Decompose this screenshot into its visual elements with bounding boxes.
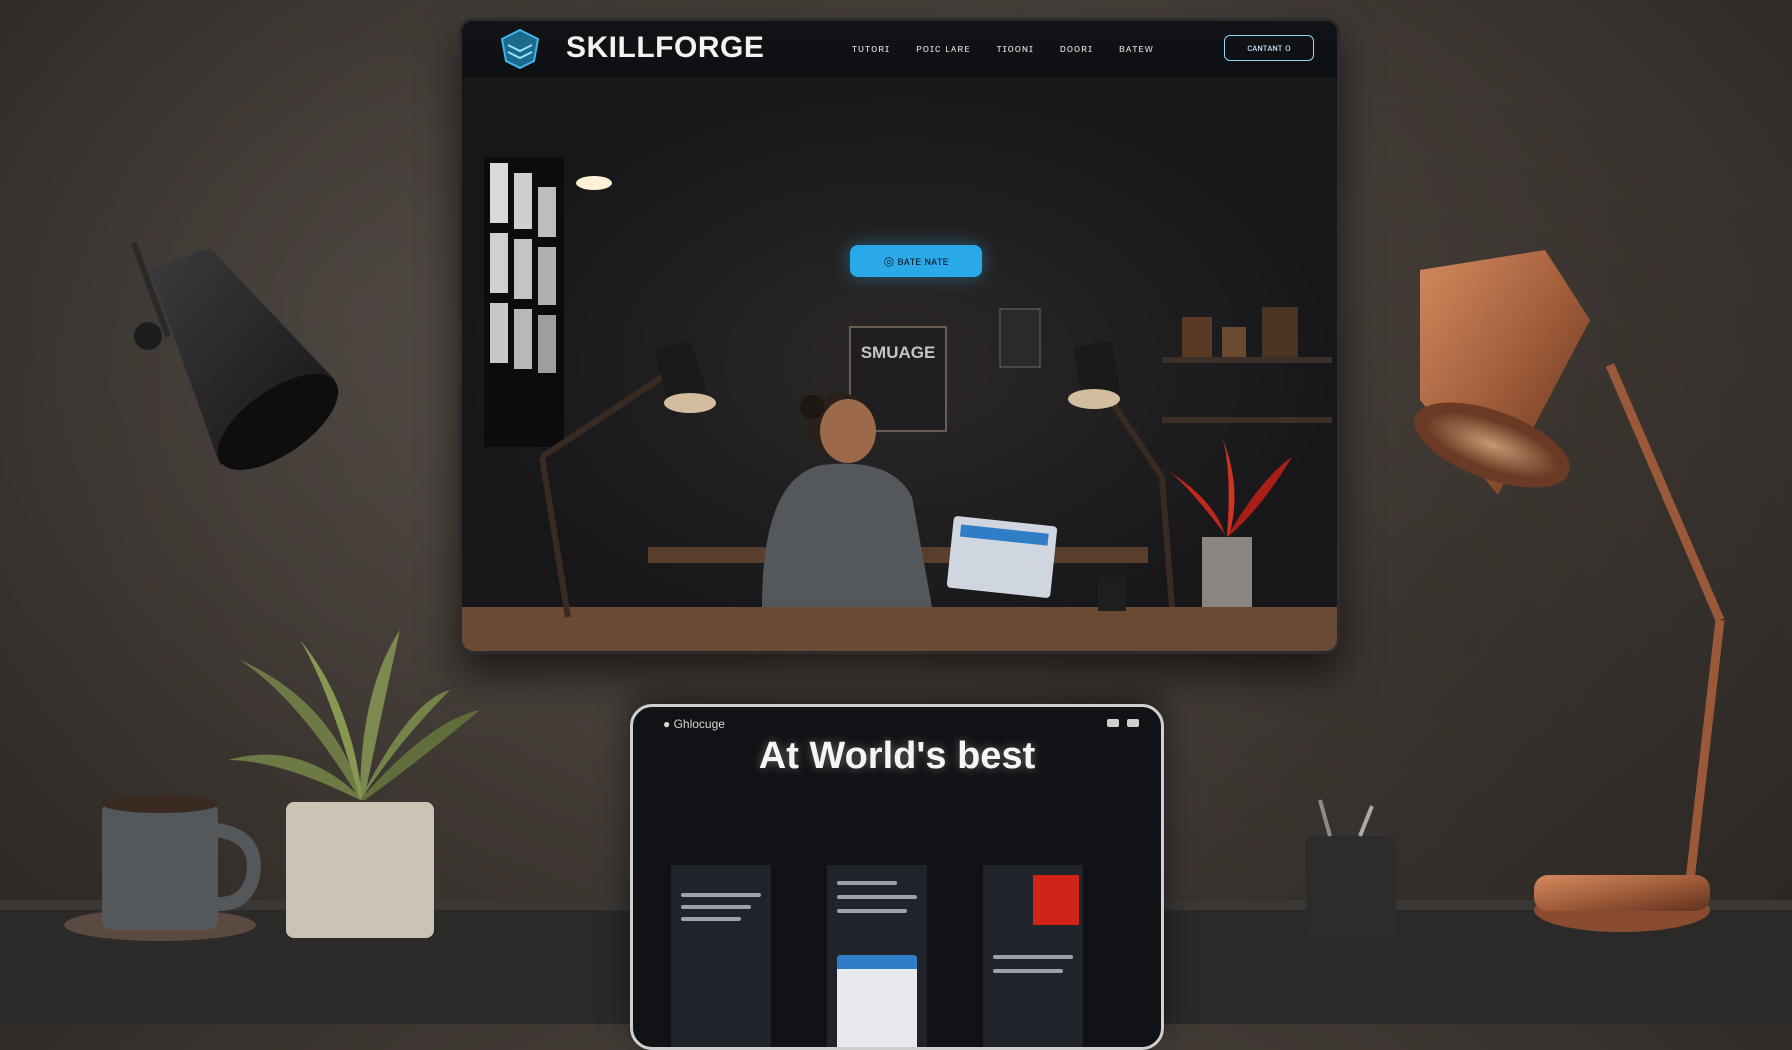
potted-plant — [228, 630, 480, 938]
card-red-image — [1033, 875, 1079, 925]
front-desk — [462, 607, 1337, 651]
nav-link-2[interactable]: ᴘᴏɪᴄ ʟᴀʀᴇ — [916, 43, 971, 55]
tablet-brand[interactable]: ● Ghlocuge — [663, 717, 725, 731]
nav-link-1[interactable]: ᴛᴜᴛᴏʀɪ — [852, 43, 890, 55]
card-screen-image — [837, 955, 917, 1047]
window — [484, 157, 564, 447]
pen-holder — [1306, 799, 1396, 936]
laptop — [946, 516, 1058, 598]
hero-cta-button[interactable]: ◎ ʙᴀᴛᴇ ɴᴀᴛᴇ — [850, 245, 982, 277]
nav-link-4[interactable]: ᴅᴏᴏʀɪ — [1060, 43, 1093, 55]
copper-lamp-right — [1414, 250, 1725, 932]
account-icon[interactable] — [1127, 719, 1139, 727]
nav-links: ᴛᴜᴛᴏʀɪ ᴘᴏɪᴄ ʟᴀʀᴇ ᴛɪᴏᴏɴɪ ᴅᴏᴏʀɪ ʙᴀᴛᴇᴡ — [852, 43, 1154, 55]
tablet-device: ● Ghlocuge At World's best — [630, 704, 1164, 1050]
nav-cta-button[interactable]: ᴄᴀɴᴛᴀɴᴛ ᴏ — [1224, 35, 1314, 61]
desktop-monitor: SKILLFORGE ᴛᴜᴛᴏʀɪ ᴘᴏɪᴄ ʟᴀʀᴇ ᴛɪᴏᴏɴɪ ᴅᴏᴏʀɪ… — [459, 18, 1340, 654]
nav-link-3[interactable]: ᴛɪᴏᴏɴɪ — [997, 43, 1034, 55]
tablet-nav-icons — [1107, 719, 1139, 727]
course-card-2[interactable] — [827, 865, 927, 1047]
course-card-1[interactable] — [671, 865, 771, 1047]
tablet-headline: At World's best — [758, 735, 1036, 777]
coffee-mug — [64, 795, 261, 941]
skillforge-logo-icon[interactable] — [498, 27, 542, 71]
menu-icon[interactable] — [1107, 719, 1119, 727]
site-nav-bar: SKILLFORGE ᴛᴜᴛᴏʀɪ ᴘᴏɪᴄ ʟᴀʀᴇ ᴛɪᴏᴏɴɪ ᴅᴏᴏʀɪ… — [462, 21, 1337, 78]
hero-image — [462, 77, 1337, 651]
wall-lamp-left — [131, 241, 339, 470]
nav-link-5[interactable]: ʙᴀᴛᴇᴡ — [1119, 43, 1154, 55]
wall-sign-text: SMUAGE — [860, 343, 936, 362]
brand-name[interactable]: SKILLFORGE — [566, 31, 764, 65]
course-card-3[interactable] — [983, 865, 1083, 1047]
